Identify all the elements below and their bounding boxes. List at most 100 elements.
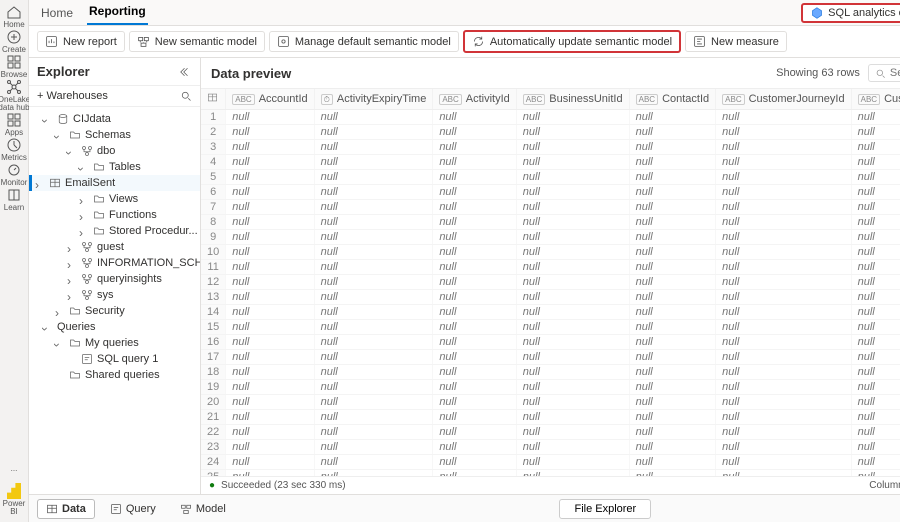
tree-queries[interactable]: Queries [29,319,200,335]
table-row[interactable]: 19nullnullnullnullnullnullnull [201,380,900,395]
cell: null [716,425,851,440]
table-row[interactable]: 4nullnullnullnullnullnullnull [201,155,900,170]
search-icon[interactable] [180,90,192,102]
tree-schema-sys[interactable]: sys [29,287,200,303]
rail-apps[interactable]: Apps [0,112,28,137]
cell: null [629,140,716,155]
footer-tab-query[interactable]: Query [101,499,165,519]
row-number: 12 [201,275,226,290]
table-row[interactable]: 21nullnullnullnullnullnullnull [201,410,900,425]
tree-schema-information-schema[interactable]: INFORMATION_SCHE... [29,255,200,271]
table-row[interactable]: 12nullnullnullnullnullnullnull [201,275,900,290]
footer-tab-model[interactable]: Model [171,499,235,519]
warehouses-row[interactable]: + Warehouses [29,85,200,107]
rail-hub[interactable]: OneLake data hub [0,79,28,112]
cell: null [851,305,900,320]
cell: null [433,125,516,140]
tree-stored-procedures[interactable]: Stored Procedur... [29,223,200,239]
table-row[interactable]: 20nullnullnullnullnullnullnull [201,395,900,410]
rail-monitor[interactable]: Monitor [0,162,28,187]
tree-schema-guest[interactable]: guest [29,239,200,255]
auto-update-model-button[interactable]: Automatically update semantic model [463,30,681,53]
new-measure-button[interactable]: New measure [685,31,787,52]
table-row[interactable]: 1nullnullnullnullnullnullnull [201,110,900,125]
tree-shared-queries[interactable]: Shared queries [29,367,200,383]
tree-views[interactable]: Views [29,191,200,207]
rail-grid[interactable]: Browse [0,54,28,79]
table-row[interactable]: 7nullnullnullnullnullnullnull [201,200,900,215]
cell: null [226,410,314,425]
table-row[interactable]: 11nullnullnullnullnullnullnull [201,260,900,275]
table-row[interactable]: 6nullnullnullnullnullnullnull [201,185,900,200]
table-row[interactable]: 5nullnullnullnullnullnullnull [201,170,900,185]
tree-root-cijdata[interactable]: CIJdata [29,111,200,127]
cell: null [851,110,900,125]
tree-table-emailsent[interactable]: EmailSent [29,175,200,191]
table-row[interactable]: 18nullnullnullnullnullnullnull [201,365,900,380]
collapse-panel-icon[interactable] [180,66,192,78]
table-row[interactable]: 24nullnullnullnullnullnullnull [201,455,900,470]
book-icon [6,187,22,203]
tree-security[interactable]: Security [29,303,200,319]
cell: null [629,215,716,230]
cell: null [851,320,900,335]
manage-default-model-button[interactable]: Manage default semantic model [269,31,459,52]
footer-tab-data[interactable]: Data [37,499,95,519]
column-header[interactable]: ABCCustomerJourneyId [716,89,851,110]
preview-search[interactable] [868,64,900,82]
table-row[interactable]: 23nullnullnullnullnullnullnull [201,440,900,455]
cell: null [851,440,900,455]
new-semantic-model-button[interactable]: New semantic model [129,31,265,52]
table-row[interactable]: 9nullnullnullnullnullnullnull [201,230,900,245]
cell: null [516,140,629,155]
column-header[interactable]: ABCBusinessUnitId [516,89,629,110]
tab-home[interactable]: Home [39,2,75,25]
cell: null [851,350,900,365]
folder-icon [69,129,81,141]
column-header[interactable]: ABCContactId [629,89,716,110]
tree-schemas[interactable]: Schemas [29,127,200,143]
cell: null [433,290,516,305]
table-row[interactable]: 14nullnullnullnullnullnullnull [201,305,900,320]
cell: null [516,320,629,335]
tree-functions[interactable]: Functions [29,207,200,223]
mode-dropdown[interactable]: SQL analytics endpoint [801,3,900,23]
tab-reporting[interactable]: Reporting [87,0,148,25]
tree-schema-dbo[interactable]: dbo [29,143,200,159]
table-row[interactable]: 13nullnullnullnullnullnullnull [201,290,900,305]
new-report-button[interactable]: New report [37,31,125,52]
table-row[interactable]: 8nullnullnullnullnullnullnull [201,215,900,230]
cell: null [314,440,433,455]
column-header[interactable]: ABCActivityId [433,89,516,110]
table-row[interactable]: 16nullnullnullnullnullnullnull [201,335,900,350]
cell: null [516,200,629,215]
search-input[interactable] [890,67,900,79]
rail-book[interactable]: Learn [0,187,28,212]
table-row[interactable]: 17nullnullnullnullnullnullnull [201,350,900,365]
rail-home[interactable]: Home [0,4,28,29]
rail-metrics[interactable]: Metrics [0,137,28,162]
rail-powerbi[interactable]: Power BI [0,483,28,516]
file-explorer-button[interactable]: File Explorer [559,499,651,519]
column-header[interactable]: ABCCustomerJourney [851,89,900,110]
rail-more[interactable]: ... [0,465,28,473]
row-number: 16 [201,335,226,350]
table-row[interactable]: 3nullnullnullnullnullnullnull [201,140,900,155]
cell: null [629,410,716,425]
tree-tables[interactable]: Tables [29,159,200,175]
sql-icon [110,503,122,515]
tree-sql-query-1[interactable]: SQL query 1 [29,351,200,367]
tree-my-queries[interactable]: My queries [29,335,200,351]
table-row[interactable]: 22nullnullnullnullnullnullnull [201,425,900,440]
rail-plus[interactable]: Create [0,29,28,54]
column-header[interactable]: ⏱ActivityExpiryTime [314,89,433,110]
row-number: 24 [201,455,226,470]
table-row[interactable]: 15nullnullnullnullnullnullnull [201,320,900,335]
data-grid[interactable]: ABCAccountId⏱ActivityExpiryTimeABCActivi… [201,89,900,476]
table-row[interactable]: 10nullnullnullnullnullnullnull [201,245,900,260]
column-header[interactable]: ABCAccountId [226,89,314,110]
tree-schema-queryinsights[interactable]: queryinsights [29,271,200,287]
cell: null [314,320,433,335]
table-row[interactable]: 2nullnullnullnullnullnullnull [201,125,900,140]
cell: null [851,200,900,215]
